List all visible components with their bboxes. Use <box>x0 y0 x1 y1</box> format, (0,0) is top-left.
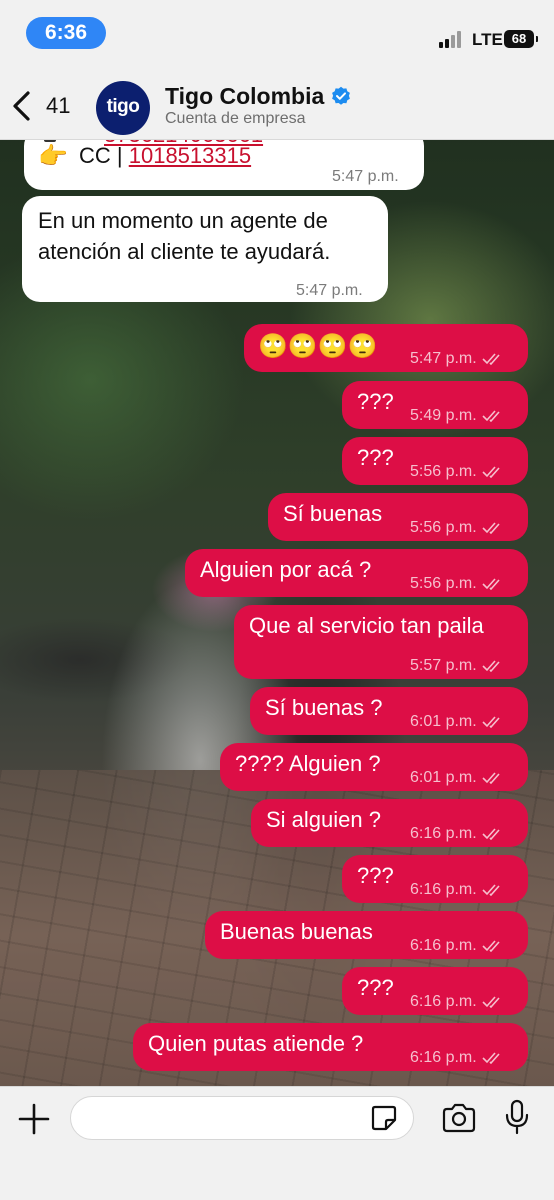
double-check-icon <box>482 940 500 952</box>
incoming-message[interactable]: En un momento un agente de atención al c… <box>22 196 388 302</box>
double-check-icon <box>482 716 500 728</box>
double-check-icon <box>482 353 500 365</box>
message-text: Que al servicio tan paila <box>249 613 484 638</box>
message-time: 6:01 p.m. <box>410 707 504 737</box>
message-time-text: 5:49 p.m. <box>410 407 477 424</box>
message-time: 5:56 p.m. <box>410 513 504 543</box>
outgoing-message[interactable]: Si alguien ? 6:16 p.m. <box>251 799 528 847</box>
verified-icon <box>332 86 350 105</box>
message-text: Si alguien ? <box>266 807 381 832</box>
outgoing-message[interactable]: Alguien por acá ? 5:56 p.m. <box>185 549 528 597</box>
outgoing-message[interactable]: ??? 6:16 p.m. <box>342 967 528 1015</box>
message-time-text: 5:57 p.m. <box>410 657 477 674</box>
avatar[interactable]: tigo <box>96 81 150 135</box>
message-input[interactable] <box>70 1096 414 1140</box>
outgoing-message[interactable]: Sí buenas ? 6:01 p.m. <box>250 687 528 735</box>
message-text: ??? <box>357 975 394 1000</box>
message-time-text: 6:16 p.m. <box>410 825 477 842</box>
message-time-text: 5:47 p.m. <box>410 350 477 367</box>
plus-icon[interactable] <box>16 1101 52 1137</box>
message-time: 6:16 p.m. <box>410 819 504 849</box>
message-time: 6:16 p.m. <box>410 875 504 905</box>
message-text-line: atención al cliente te ayudará. <box>38 239 331 264</box>
message-time: 6:16 p.m. <box>410 931 504 961</box>
message-time: 6:16 p.m. <box>410 1043 504 1073</box>
outgoing-message[interactable]: Sí buenas 5:56 p.m. <box>268 493 528 541</box>
message-time-text: 6:16 p.m. <box>410 881 477 898</box>
message-time-text: 6:01 p.m. <box>410 713 477 730</box>
camera-icon[interactable] <box>441 1103 477 1133</box>
message-text: ??? <box>357 389 394 414</box>
cc-line: CC | 1018513315 <box>79 141 251 171</box>
message-text: 🙄🙄🙄🙄 <box>258 333 378 360</box>
signal-icon <box>439 30 465 48</box>
message-time-text: 6:16 p.m. <box>410 937 477 954</box>
message-time: 5:49 p.m. <box>410 401 504 431</box>
message-time-text: 6:16 p.m. <box>410 1049 477 1066</box>
contact-subtitle: Cuenta de empresa <box>165 110 306 127</box>
message-time: 5:47 p.m. <box>332 168 399 185</box>
message-time-text: 5:56 p.m. <box>410 575 477 592</box>
message-time: 5:47 p.m. <box>410 344 504 374</box>
double-check-icon <box>482 522 500 534</box>
microphone-icon[interactable] <box>504 1099 530 1135</box>
outgoing-message[interactable]: Quien putas atiende ? 6:16 p.m. <box>133 1023 528 1071</box>
double-check-icon <box>482 996 500 1008</box>
outgoing-message[interactable]: 🙄🙄🙄🙄 5:47 p.m. <box>244 324 528 372</box>
message-text: ??? <box>357 863 394 888</box>
network-type: LTE <box>472 30 503 49</box>
message-time: 5:47 p.m. <box>296 282 363 299</box>
outgoing-message[interactable]: ??? 6:16 p.m. <box>342 855 528 903</box>
double-check-icon <box>482 1052 500 1064</box>
outgoing-message[interactable]: ??? 5:49 p.m. <box>342 381 528 429</box>
message-text: Sí buenas <box>283 501 383 526</box>
cc-number-link[interactable]: 1018513315 <box>129 143 251 168</box>
message-text: Sí buenas ? <box>265 695 383 720</box>
sticker-icon[interactable] <box>369 1103 399 1133</box>
message-time: 5:57 p.m. <box>410 651 504 681</box>
battery-icon: 68 <box>504 30 538 48</box>
message-text: Alguien por acá ? <box>200 557 372 582</box>
unread-count: 41 <box>46 93 71 118</box>
double-check-icon <box>482 660 500 672</box>
message-time: 6:01 p.m. <box>410 763 504 793</box>
double-check-icon <box>482 466 500 478</box>
double-check-icon <box>482 828 500 840</box>
pointing-hand-icon: 👉 <box>38 143 68 170</box>
message-time: 6:16 p.m. <box>410 987 504 1017</box>
cc-prefix: CC | <box>79 143 123 168</box>
message-time: 5:56 p.m. <box>410 569 504 599</box>
double-check-icon <box>482 772 500 784</box>
message-time-text: 5:56 p.m. <box>410 463 477 480</box>
message-time: 5:56 p.m. <box>410 457 504 487</box>
message-time-text: 5:56 p.m. <box>410 519 477 536</box>
back-button[interactable]: 41 <box>10 88 80 128</box>
double-check-icon <box>482 578 500 590</box>
message-text: ???? Alguien ? <box>235 751 381 776</box>
double-check-icon <box>482 884 500 896</box>
chevron-left-icon <box>13 91 30 121</box>
contact-name[interactable]: Tigo Colombia <box>165 83 324 110</box>
message-text: Quien putas atiende ? <box>148 1031 364 1056</box>
message-text: Buenas buenas <box>220 919 373 944</box>
outgoing-message[interactable]: Buenas buenas 6:16 p.m. <box>205 911 528 959</box>
outgoing-message[interactable]: Que al servicio tan paila 5:57 p.m. <box>234 605 528 679</box>
outgoing-message[interactable]: ??? 5:56 p.m. <box>342 437 528 485</box>
message-text: ??? <box>357 445 394 470</box>
outgoing-message[interactable]: ???? Alguien ? 6:01 p.m. <box>220 743 528 791</box>
double-check-icon <box>482 410 500 422</box>
message-time-text: 6:01 p.m. <box>410 769 477 786</box>
chat-header: 6:36 LTE 68 41 tigo Tigo Colombia Cuenta… <box>0 0 554 140</box>
message-text-line: En un momento un agente de <box>38 208 328 233</box>
composer-bar <box>0 1086 554 1200</box>
message-time-text: 6:16 p.m. <box>410 993 477 1010</box>
status-time: 6:36 <box>26 17 106 49</box>
